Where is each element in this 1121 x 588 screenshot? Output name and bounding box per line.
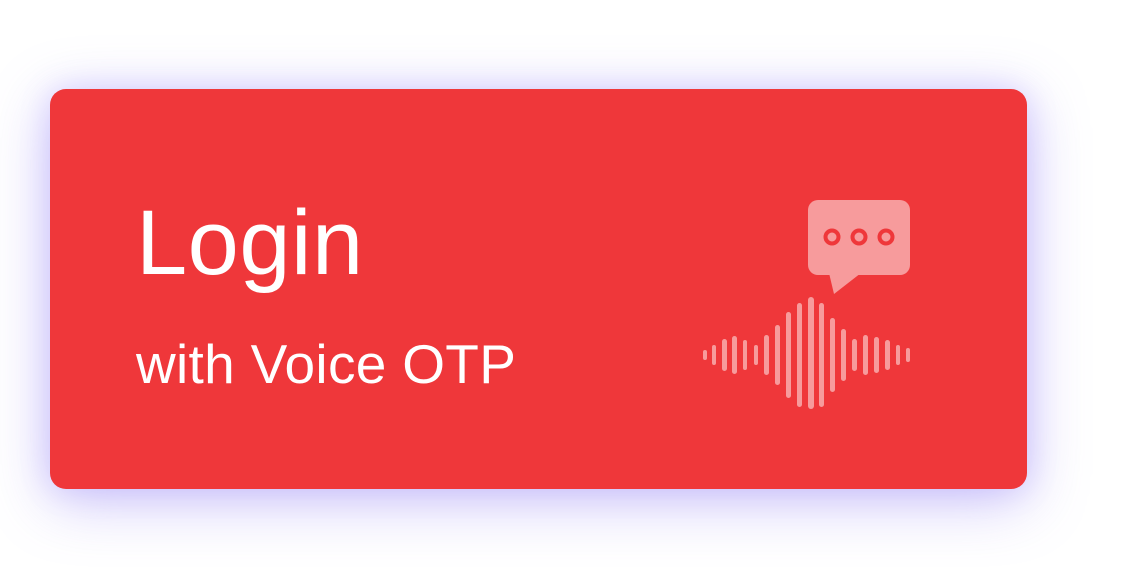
chat-bubble-icon [808, 200, 910, 294]
voice-otp-icon [698, 197, 922, 413]
login-title: Login [136, 192, 364, 294]
sound-wave-icon [703, 297, 910, 409]
login-with-voice-otp-button[interactable]: Login with Voice OTP [50, 89, 1027, 489]
voice-otp-subtitle: with Voice OTP [136, 333, 517, 395]
